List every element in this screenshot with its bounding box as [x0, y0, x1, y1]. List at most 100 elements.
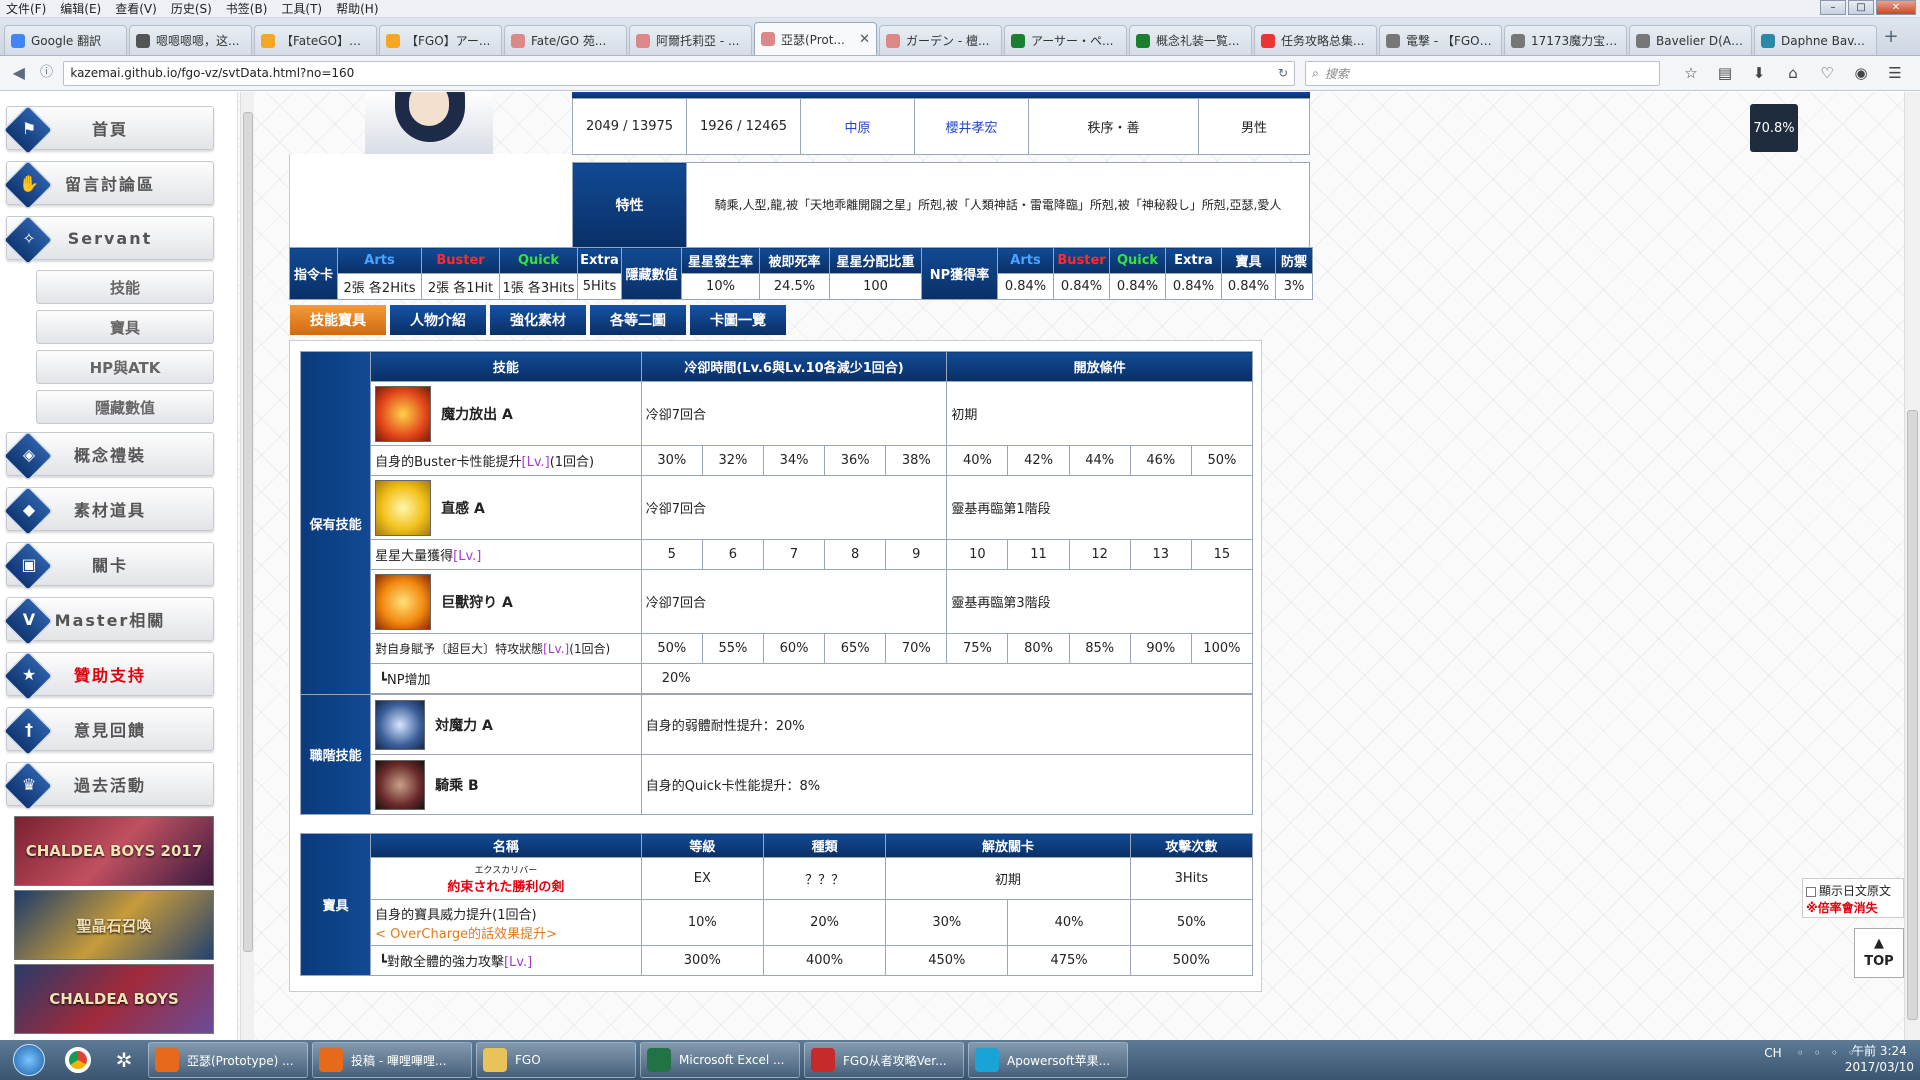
sidebar-sub-hp-atk[interactable]: HP與ATK [36, 350, 214, 384]
magic-resistance-skill-icon [375, 699, 426, 750]
favicon-icon [1386, 33, 1400, 48]
browser-tab[interactable]: Google 翻訳 [4, 25, 127, 55]
taskbar-app[interactable]: Microsoft Excel ... [640, 1042, 800, 1078]
menu-edit[interactable]: 编辑(E) [60, 0, 101, 17]
start-button[interactable] [6, 1042, 52, 1078]
search-input[interactable]: ⌕ 搜索 [1305, 60, 1660, 86]
reload-icon[interactable]: ↻ [1278, 66, 1288, 80]
extension-icon[interactable]: ◉ [1850, 62, 1872, 84]
sidebar-item-feedback[interactable]: † 意見回饋 [2, 705, 214, 757]
skill-2-value: 8 [824, 539, 887, 570]
cooldown-header: 冷卻時間(Lv.6與Lv.10各減少1回合) [640, 351, 948, 382]
sidebar-item-home[interactable]: ⚑ 首頁 [2, 104, 214, 156]
taskbar-app[interactable]: FGO从者攻略Ver... [804, 1042, 964, 1078]
skill-3-name: 巨獸狩り A [441, 594, 513, 611]
browser-tab[interactable]: 概念礼装一覧... [1129, 25, 1252, 55]
cards-label: 指令卡 [289, 247, 338, 300]
sidebar-item-master[interactable]: V Master相關 [2, 595, 214, 647]
browser-tab[interactable]: 電撃 - 【FGO】... [1379, 25, 1502, 55]
sidebar-item-donate[interactable]: ★ 贊助支持 [2, 650, 214, 702]
sidebar-item-ce[interactable]: ◈ 概念禮裝 [2, 430, 214, 482]
browser-tab[interactable]: 17173魔力宝贝专... [1504, 25, 1627, 55]
page-scrollbar[interactable] [1904, 92, 1920, 1040]
network-icon[interactable]: ◦ [1814, 1046, 1821, 1060]
help-icon[interactable]: ◦ [1797, 1046, 1804, 1060]
japanese-toggle[interactable]: 顯示日文原文 ※倍率會消失 [1802, 878, 1904, 918]
illustrator-link[interactable]: 櫻井孝宏 [914, 98, 1029, 155]
menu-view[interactable]: 查看(V) [115, 0, 157, 17]
taskbar-app[interactable]: 亞瑟(Prototype) ... [148, 1042, 308, 1078]
sidebar-item-quests[interactable]: ▣ 關卡 [2, 540, 214, 592]
minimize-button[interactable]: – [1820, 0, 1846, 15]
browser-tab[interactable]: Bavelier D(Auth... [1629, 25, 1752, 55]
pocket-icon[interactable]: ♡ [1816, 62, 1838, 84]
url-bar[interactable]: kazemai.github.io/fgo-vz/svtData.html?no… [63, 60, 1296, 86]
browser-tab[interactable]: 【FateGO】ア... [254, 25, 377, 55]
browser-tab[interactable]: アーサー・ペ... [1004, 25, 1127, 55]
tab-skills-np[interactable]: 技能寶具 [290, 305, 386, 335]
menu-file[interactable]: 文件(F) [6, 0, 46, 17]
jp-toggle-label: 顯示日文原文 [1819, 884, 1892, 898]
browser-tab[interactable]: Fate/GO 苑... [504, 25, 627, 55]
checkbox[interactable] [1806, 886, 1816, 897]
tab-ascension-art[interactable]: 各等二圖 [590, 305, 686, 335]
skill-2-value: 13 [1129, 539, 1192, 570]
taskbar-app[interactable]: 投稿 - 嗶哩嗶哩... [312, 1042, 472, 1078]
sidebar-scrollbar[interactable] [240, 92, 254, 1040]
close-window-button[interactable]: ✕ [1876, 0, 1916, 15]
banner-chaldea-boys[interactable]: CHALDEA BOYS [14, 964, 214, 1034]
sidebar-sub-skill[interactable]: 技能 [36, 270, 214, 304]
skill-1-cooldown: 冷卻7回合 [640, 381, 948, 446]
download-icon[interactable]: ⬇ [1748, 62, 1770, 84]
sidebar-sub-np[interactable]: 寶具 [36, 310, 214, 344]
hamburger-menu-icon[interactable]: ☰ [1884, 62, 1906, 84]
bookmark-star-icon[interactable]: ☆ [1680, 62, 1702, 84]
browser-tab[interactable]: 【FGO】アー... [379, 25, 502, 55]
sidebar-item-servant[interactable]: ✧ Servant [2, 214, 214, 266]
mana-burst-skill-icon [375, 385, 432, 442]
banner-chaldea-boys-2017[interactable]: CHALDEA BOYS 2017 [14, 816, 214, 886]
tab-card-art[interactable]: 卡圖一覽 [690, 305, 786, 335]
taskbar-app-label: FGO [515, 1053, 541, 1067]
back-to-top-button[interactable]: ▲ TOP [1854, 928, 1904, 978]
menu-tools[interactable]: 工具(T) [281, 0, 322, 17]
sidebar-item-materials[interactable]: ◆ 素材道具 [2, 485, 214, 537]
browser-tab[interactable]: 任务攻略总集... [1254, 25, 1377, 55]
browser-tab[interactable]: 嗯嗯嗯嗯，这... [129, 25, 252, 55]
menu-help[interactable]: 帮助(H) [336, 0, 378, 17]
sidebar-item-events[interactable]: ♛ 過去活動 [2, 760, 214, 812]
skill-2-unlock: 靈基再臨第1階段 [946, 475, 1253, 540]
np-overcharge-note: < OverCharge的話效果提升> [375, 926, 557, 942]
taskbar-app[interactable]: Apowersoft苹果... [968, 1042, 1128, 1078]
language-indicator[interactable]: CH [1764, 1046, 1781, 1060]
sidebar-sub-hidden[interactable]: 隱藏數值 [36, 390, 214, 424]
cv-link[interactable]: 中原 [800, 98, 915, 155]
taskbar-app[interactable]: FGO [476, 1042, 636, 1078]
info-icon[interactable]: ⓘ [36, 62, 58, 84]
skill-1-value: 40% [946, 445, 1009, 476]
home-icon[interactable]: ⌂ [1782, 62, 1804, 84]
menu-history[interactable]: 历史(S) [171, 0, 212, 17]
close-tab-icon[interactable]: ✕ [859, 32, 870, 47]
sidebar-item-forum[interactable]: ✋ 留言討論區 [2, 159, 214, 211]
menu-bookmarks[interactable]: 书签(B) [226, 0, 268, 17]
browser-tab[interactable]: Daphne Bav... [1754, 25, 1877, 55]
browser-tab[interactable]: ガーデン - 檀... [879, 25, 1002, 55]
new-tab-button[interactable]: + [1879, 26, 1903, 47]
browser-tab[interactable]: 阿爾托莉亞 - ... [629, 25, 752, 55]
browser-tab[interactable]: 亞瑟(Prot... ✕ [754, 22, 877, 55]
back-icon[interactable]: ◀ [8, 62, 30, 84]
tab-materials[interactable]: 強化素材 [490, 305, 586, 335]
riding-skill-icon [375, 759, 426, 810]
maximize-button[interactable]: □ [1848, 0, 1874, 15]
reading-list-icon[interactable]: ▤ [1714, 62, 1736, 84]
clock[interactable]: 午前 3:24 2017/03/10 [1845, 1043, 1914, 1075]
volume-icon[interactable]: ◦ [1831, 1046, 1838, 1060]
trophy-icon: ♛ [21, 775, 39, 794]
banner-summon[interactable]: 聖晶石召喚 [14, 890, 214, 960]
tab-profile[interactable]: 人物介紹 [390, 305, 486, 335]
app-icon[interactable]: ✲ [104, 1042, 144, 1078]
np-damage-value: 300% [640, 945, 764, 976]
own-skills-label: 保有技能 [299, 351, 372, 695]
chrome-icon[interactable] [58, 1042, 98, 1078]
